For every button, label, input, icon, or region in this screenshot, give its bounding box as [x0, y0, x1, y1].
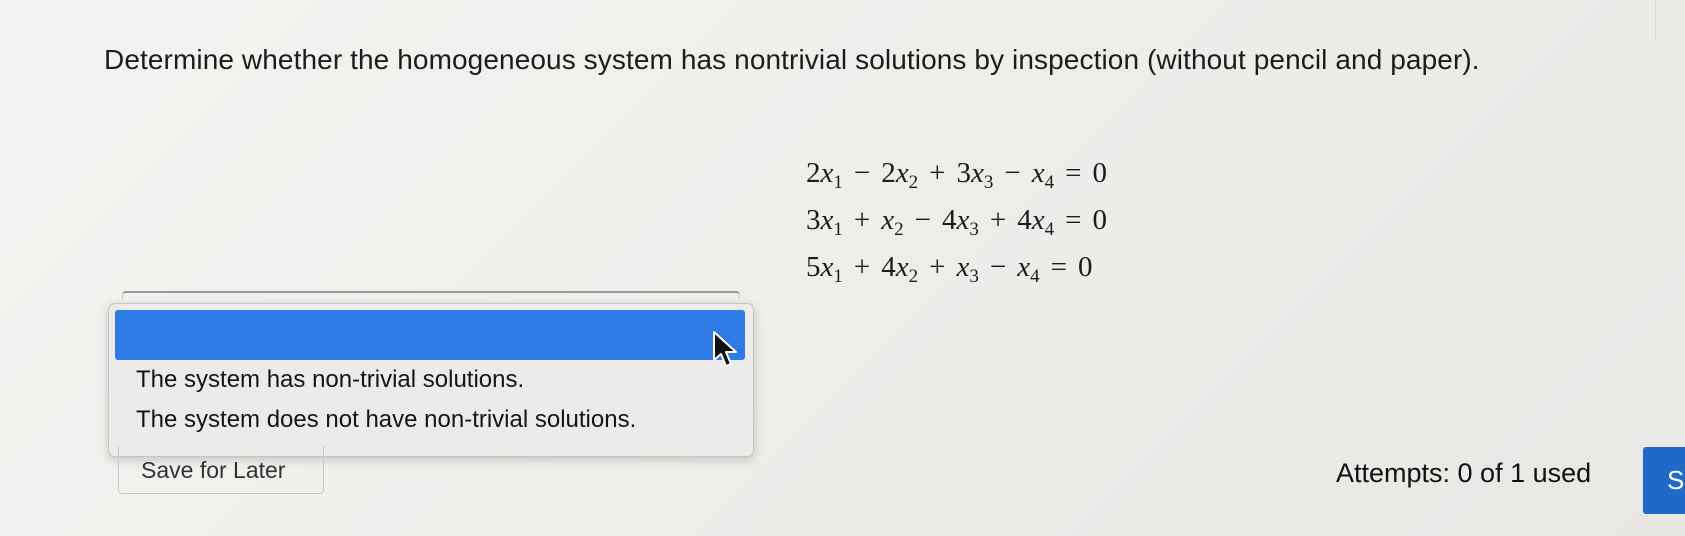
dropdown-highlighted-option[interactable]: [115, 310, 745, 360]
equation-rhs: 0: [1092, 157, 1107, 189]
equation-2: 3x1 + x2−4x3 +4x4 = 0: [806, 197, 1107, 244]
equation-term: 5x1: [806, 251, 843, 287]
equation-3: 5x1 +4x2 + x3− x4 = 0: [806, 244, 1107, 291]
save-for-later-button[interactable]: Save for Later: [118, 446, 324, 494]
equation-operator: +: [929, 251, 946, 283]
equation-operator: −: [914, 204, 931, 236]
equation-term: x4: [1017, 251, 1040, 287]
equation-operator: −: [1004, 157, 1021, 189]
mouse-pointer-icon: [713, 331, 737, 367]
page-edge: [1655, 0, 1685, 40]
equation-operator: +: [989, 204, 1007, 236]
equation-operator: +: [853, 251, 871, 283]
equation-system: 2x1−2x2 +3x3− x4 = 0 3x1 + x2−4x3 +4x4 = 0 5x1 +4x…: [806, 150, 1107, 291]
equation-rhs: 0: [1092, 204, 1107, 236]
equation-operator: −: [853, 157, 871, 189]
equation-rhs: 0: [1077, 251, 1093, 283]
question-text: Determine whether the homogeneous system…: [104, 44, 1480, 75]
option-no-nontrivial[interactable]: The system does not have non-trivial sol…: [136, 406, 636, 434]
equation-term: 4x4: [1017, 204, 1055, 240]
equation-term: 4x3: [941, 204, 979, 240]
submit-button[interactable]: Su: [1643, 447, 1685, 514]
equation-term: 3x1: [806, 204, 843, 240]
answer-dropdown-menu[interactable]: The system has non-trivial solutions. Th…: [108, 303, 754, 457]
equation-term: x3: [956, 251, 979, 287]
equation-operator: −: [989, 251, 1007, 283]
equals-sign: =: [1050, 251, 1067, 283]
equation-term: x4: [1031, 157, 1055, 193]
equation-term: 4x2: [881, 251, 919, 287]
equals-sign: =: [1065, 157, 1082, 189]
equation-term: 3x3: [956, 157, 994, 193]
equation-term: 2x1: [806, 157, 843, 193]
equation-1: 2x1−2x2 +3x3− x4 = 0: [806, 150, 1107, 197]
equation-operator: +: [929, 157, 946, 189]
option-has-nontrivial[interactable]: The system has non-trivial solutions.: [136, 366, 524, 394]
attempts-counter: Attempts: 0 of 1 used: [1336, 458, 1592, 488]
equation-term: 2x2: [881, 157, 919, 193]
select-box-edge: [122, 291, 740, 299]
equation-term: x2: [881, 204, 904, 240]
equals-sign: =: [1065, 204, 1082, 236]
equation-operator: +: [853, 204, 871, 236]
